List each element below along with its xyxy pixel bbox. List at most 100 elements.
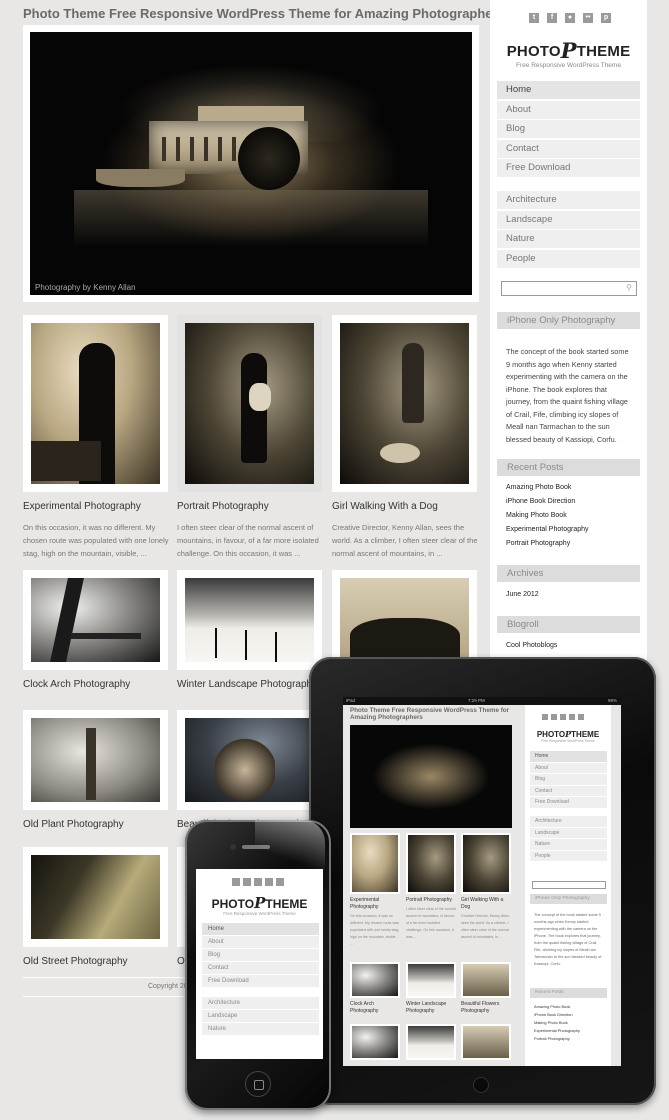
ipad-post-title: Experimental Photography — [350, 897, 380, 910]
post-excerpt: On this occasion, it was no different. M… — [23, 523, 169, 558]
logo-text-right: THEME — [576, 43, 631, 60]
ipad-mockup: iPad 7:29 PM 98% Photo Theme Free Respon… — [309, 657, 656, 1105]
post-card[interactable]: Winter Landscape Photography — [177, 570, 322, 690]
ipad-screen: iPad 7:29 PM 98% Photo Theme Free Respon… — [343, 697, 621, 1066]
ipad-post-title: Winter Landscape Photography — [406, 1001, 447, 1014]
menu-item-free-download[interactable]: Free Download — [497, 159, 640, 177]
post-card[interactable]: Old Plant Photography — [23, 710, 168, 830]
copyright-text: Copyright 20 — [148, 983, 188, 990]
status-time: 7:29 PM — [468, 698, 485, 703]
widget-title-about: iPhone Only Photography — [497, 312, 640, 329]
post-card[interactable] — [332, 570, 477, 670]
about-text: The concept of the book started some 9 m… — [506, 347, 629, 444]
post-card[interactable]: Portrait Photography I often steer clear… — [177, 315, 322, 560]
ipad-post-card: Beautiful Flowers Photography — [461, 962, 511, 1015]
ipad-post-title: Portrait Photography — [406, 897, 452, 903]
category-architecture[interactable]: Architecture — [497, 191, 640, 209]
ipad-post-title: Clock Arch Photography — [350, 1001, 379, 1014]
recent-post-link[interactable]: iPhone Book Direction — [506, 495, 589, 509]
twitter-icon[interactable]: t — [529, 13, 539, 23]
post-title[interactable]: Winter Landscape Photography — [177, 679, 322, 690]
post-thumbnail[interactable] — [340, 323, 469, 484]
iphone-categories: Architecture Landscape Nature — [202, 997, 319, 1036]
recent-post-link[interactable]: Making Photo Book — [506, 509, 589, 523]
recent-post-link[interactable]: Experimental Photography — [506, 523, 589, 537]
ipad-post-excerpt: On this occasion, it was no different. M… — [350, 914, 400, 946]
featured-slider[interactable]: Photography by Kenny Allan — [23, 25, 479, 302]
iphone-speaker — [242, 845, 270, 849]
post-excerpt: I often steer clear of the normal ascent… — [177, 523, 319, 558]
category-landscape[interactable]: Landscape — [497, 210, 640, 229]
iphone-logo: PHOTOPTHEME Free Responsive WordPress Th… — [211, 894, 308, 916]
post-card[interactable]: Girl Walking With a Dog Creative Directo… — [332, 315, 478, 560]
ipad-post-card: Experimental Photography On this occasio… — [350, 833, 400, 948]
post-thumbnail[interactable] — [31, 718, 160, 802]
ipad-menu: Home About Blog Contact Free Download — [530, 751, 607, 809]
post-card[interactable]: Clock Arch Photography — [23, 570, 168, 690]
facebook-icon[interactable]: f — [547, 13, 557, 23]
post-thumbnail[interactable] — [340, 578, 469, 662]
blogroll-list: Cool Photoblogs — [506, 639, 557, 653]
ipad-search — [532, 881, 606, 889]
pinterest-icon[interactable]: p — [601, 13, 611, 23]
site-title[interactable]: Photo Theme Free Responsive WordPress Th… — [23, 6, 505, 21]
logo-mark: P — [560, 38, 577, 63]
iphone-menu: Home About Blog Contact Free Download — [202, 923, 319, 988]
ipad-sidebar: PHOTOPTHEME Free Responsive WordPress Th… — [525, 705, 611, 1066]
menu-item-home[interactable]: Home — [497, 81, 640, 99]
hero-caption: Photography by Kenny Allan — [35, 283, 136, 292]
search-icon[interactable]: ⚲ — [626, 283, 632, 292]
search-input[interactable]: ⚲ — [501, 281, 637, 296]
ipad-post-card: Portrait Photography I often steer clear… — [406, 833, 456, 941]
post-thumbnail[interactable] — [185, 578, 314, 662]
post-title[interactable]: Girl Walking With a Dog — [332, 501, 477, 512]
post-thumbnail[interactable] — [31, 578, 160, 662]
logo-tagline: Free Responsive WordPress Theme — [516, 62, 621, 69]
post-card[interactable]: Experimental Photography On this occasio… — [23, 315, 169, 560]
post-title[interactable]: Experimental Photography — [23, 501, 168, 512]
recent-post-link[interactable]: Amazing Photo Book — [506, 481, 589, 495]
status-device: iPad — [346, 698, 356, 703]
recent-posts-list: Amazing Photo Book iPhone Book Direction… — [506, 481, 589, 551]
blogroll-link[interactable]: Cool Photoblogs — [506, 639, 557, 653]
ipad-post-card: Clock Arch Photography — [350, 962, 400, 1015]
iphone-mockup: PHOTOPTHEME Free Responsive WordPress Th… — [185, 820, 331, 1110]
post-title[interactable]: Old Plant Photography — [23, 819, 168, 830]
widget-title-archives: Archives — [497, 565, 640, 582]
site-logo[interactable]: PHOTOPTHEME Free Responsive WordPress Th… — [490, 38, 647, 69]
main-menu: Home About Blog Contact Free Download — [497, 81, 640, 179]
archives-list: June 2012 — [506, 588, 539, 602]
archive-link[interactable]: June 2012 — [506, 588, 539, 602]
iphone-camera — [230, 844, 236, 850]
post-title[interactable]: Portrait Photography — [177, 501, 322, 512]
post-thumbnail[interactable] — [185, 323, 314, 484]
menu-item-blog[interactable]: Blog — [497, 120, 640, 138]
post-card[interactable]: Beautiful Winter Photography — [177, 710, 322, 830]
post-title[interactable]: Old Street Photography — [23, 956, 168, 967]
social-links: t f ● •• p — [529, 13, 611, 23]
ipad-post-excerpt: Creative Director, Kenny Allan, sees the… — [461, 914, 510, 939]
flickr-icon[interactable]: •• — [583, 13, 593, 23]
ipad-post-card: Girl Walking With a Dog Creative Directo… — [461, 833, 511, 941]
post-card[interactable]: Old Street Photography — [23, 847, 168, 967]
status-battery: 98% — [607, 698, 617, 703]
widget-title-recent-posts: Recent Posts — [497, 459, 640, 476]
ipad-hero-image — [350, 725, 512, 828]
ipad-post-title: Beautiful Flowers Photography — [461, 1001, 500, 1014]
menu-item-about[interactable]: About — [497, 100, 640, 119]
category-nature[interactable]: Nature — [497, 230, 640, 248]
category-menu: Architecture Landscape Nature People — [497, 191, 640, 269]
menu-item-contact[interactable]: Contact — [497, 139, 640, 158]
rss-icon[interactable]: ● — [565, 13, 575, 23]
logo-text-left: PHOTO — [506, 43, 561, 60]
post-title[interactable]: Clock Arch Photography — [23, 679, 168, 690]
ipad-post-card: Winter Landscape Photography — [406, 962, 456, 1015]
post-thumbnail[interactable] — [31, 323, 160, 484]
featured-image[interactable]: Photography by Kenny Allan — [30, 32, 472, 295]
post-thumbnail[interactable] — [185, 718, 314, 802]
recent-post-link[interactable]: Portrait Photography — [506, 537, 589, 551]
ipad-post-excerpt: I often steer clear of the normal ascent… — [406, 907, 456, 939]
category-people[interactable]: People — [497, 249, 640, 268]
ipad-home-button — [473, 1077, 489, 1093]
post-thumbnail[interactable] — [31, 855, 160, 939]
